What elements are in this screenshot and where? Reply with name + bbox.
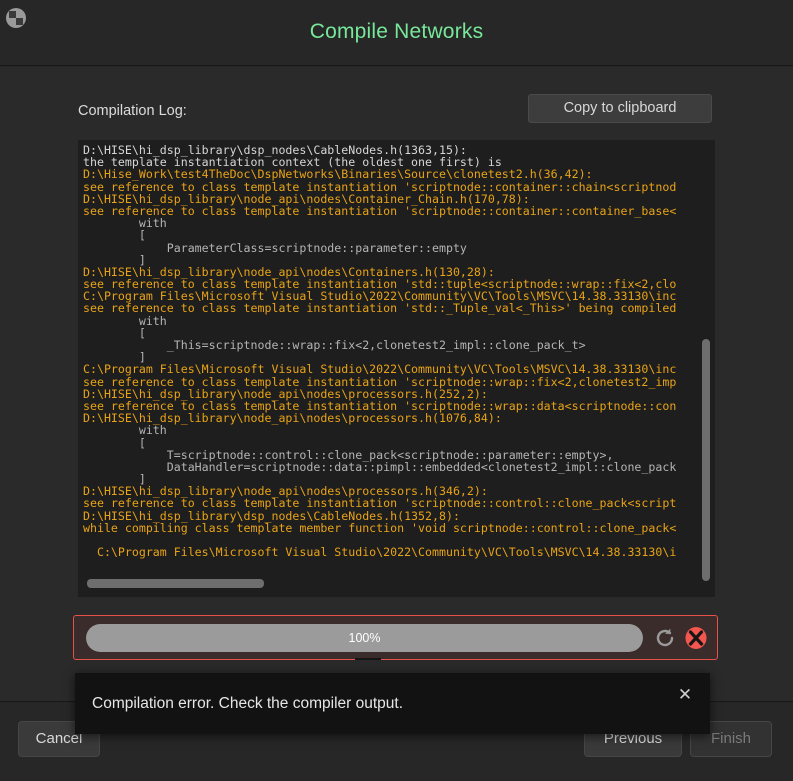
log-line: see reference to class template instanti… xyxy=(83,203,677,218)
log-horizontal-scrollbar-thumb[interactable] xyxy=(87,579,264,588)
log-line: _This=scriptnode::wrap::fix<2,clonetest2… xyxy=(83,338,586,352)
log-line: see reference to class template instanti… xyxy=(83,496,677,511)
compile-networks-window: Compile Networks Compilation Log: Copy t… xyxy=(0,0,793,781)
log-line: [ xyxy=(83,228,146,243)
compilation-log-label: Compilation Log: xyxy=(78,103,187,119)
log-line: D:\HISE\hi_dsp_library\node_api\nodes\pr… xyxy=(83,411,502,426)
log-line: [ xyxy=(83,435,146,450)
log-line: see reference to class template instanti… xyxy=(83,179,677,194)
log-line: with xyxy=(83,216,167,231)
main-content: Compilation Log: Copy to clipboard D:\HI… xyxy=(0,67,793,701)
progress-bar: 100% xyxy=(86,624,643,652)
log-vertical-scrollbar[interactable] xyxy=(702,142,713,581)
progress-notch xyxy=(355,658,381,660)
title-bar: Compile Networks xyxy=(0,0,793,66)
cancel-compilation-icon[interactable] xyxy=(684,626,708,650)
refresh-icon[interactable] xyxy=(654,627,676,649)
log-vertical-scrollbar-thumb[interactable] xyxy=(702,339,710,581)
close-icon[interactable]: ✕ xyxy=(674,684,696,706)
log-line: C:\Program Files\Microsoft Visual Studio… xyxy=(83,362,677,377)
error-toast-message: Compilation error. Check the compiler ou… xyxy=(92,695,404,712)
log-line: C:\Program Files\Microsoft Visual Studio… xyxy=(83,545,677,560)
progress-percent-label: 100% xyxy=(348,631,381,645)
compilation-log-panel[interactable]: D:\HISE\hi_dsp_library\dsp_nodes\CableNo… xyxy=(78,140,715,597)
log-line: with xyxy=(83,423,167,438)
log-line: DataHandler=scriptnode::data::pimpl::emb… xyxy=(83,459,677,474)
log-line: while compiling class template member fu… xyxy=(83,520,677,535)
progress-row: 100% xyxy=(73,615,718,660)
log-line: with xyxy=(83,313,167,328)
log-line: see reference to class template instanti… xyxy=(83,301,677,316)
log-line: D:\Hise_Work\test4TheDoc\DspNetworks\Bin… xyxy=(83,167,593,182)
page-title: Compile Networks xyxy=(309,20,484,43)
copy-to-clipboard-button[interactable]: Copy to clipboard xyxy=(528,94,712,123)
error-toast: Compilation error. Check the compiler ou… xyxy=(75,673,710,734)
compilation-log-text: D:\HISE\hi_dsp_library\dsp_nodes\CableNo… xyxy=(83,144,715,560)
log-line: D:\HISE\hi_dsp_library\dsp_nodes\CableNo… xyxy=(83,508,460,523)
log-line: ParameterClass=scriptnode::parameter::em… xyxy=(83,240,467,255)
log-line: see reference to class template instanti… xyxy=(83,374,677,389)
log-horizontal-scrollbar[interactable] xyxy=(80,579,715,593)
